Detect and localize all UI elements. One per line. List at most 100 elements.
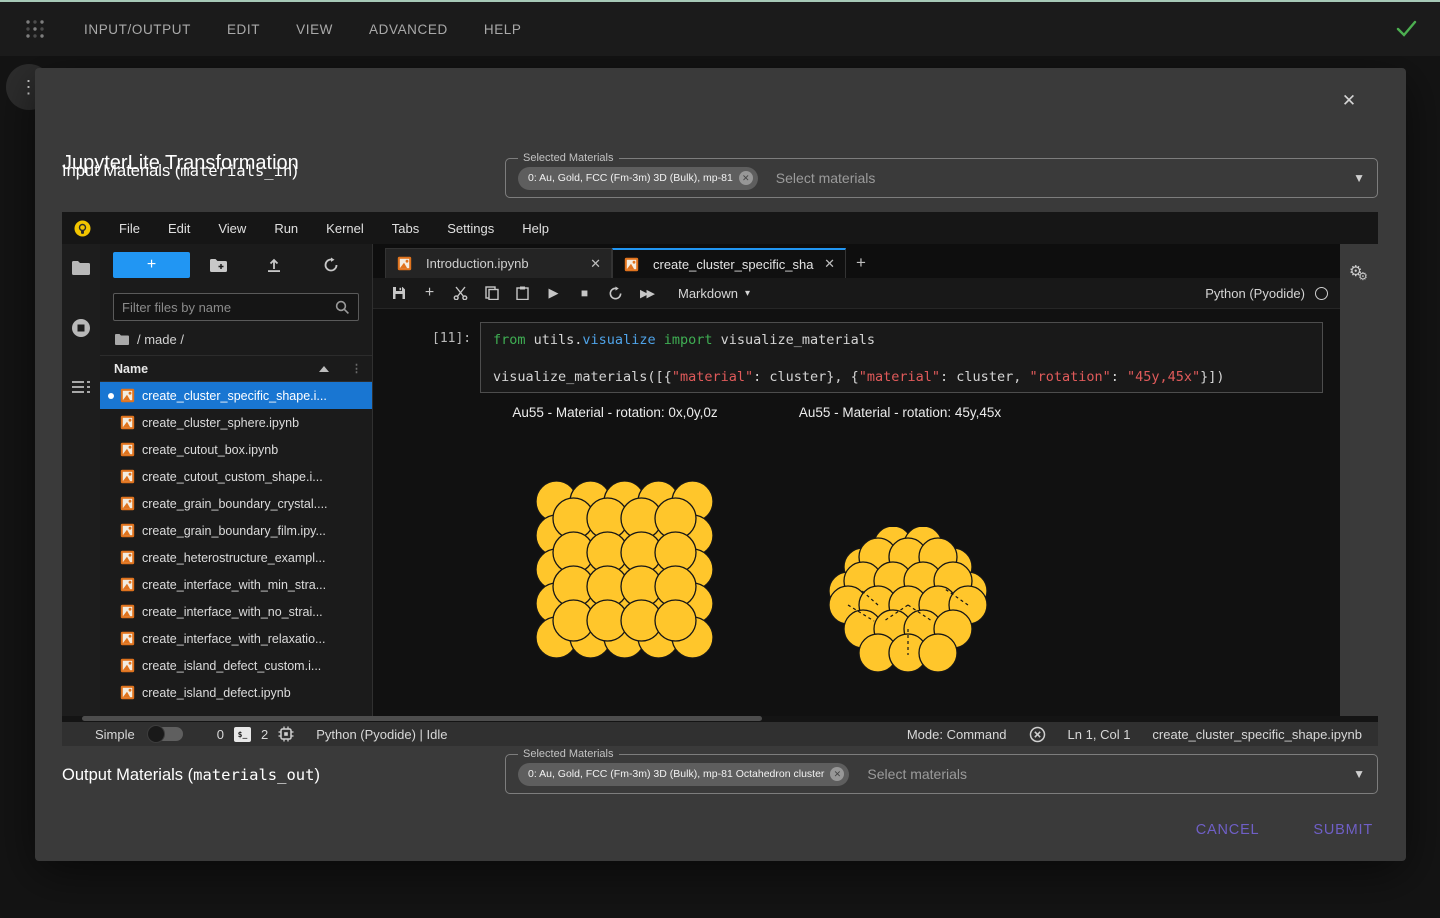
kernel-status-text[interactable]: Python (Pyodide) | Idle [316,727,447,742]
file-row[interactable]: create_interface_with_relaxatio... [100,625,372,652]
file-row[interactable]: create_interface_with_no_strai... [100,598,372,625]
output-label-suffix: ) [314,766,320,784]
output-materials-select[interactable]: Selected Materials 0: Au, Gold, FCC (Fm-… [505,754,1378,794]
add-cell-icon[interactable]: + [416,282,443,304]
tab-introduction[interactable]: Introduction.ipynb ✕ [385,248,612,278]
terminal-icon[interactable]: $_ [234,727,251,742]
file-row[interactable]: create_cutout_box.ipynb [100,436,372,463]
app-logo-dots-icon[interactable] [24,18,46,40]
topbar-menu-edit[interactable]: EDIT [215,16,272,43]
trust-shield-icon[interactable] [1029,726,1046,743]
chip-remove-icon[interactable]: ✕ [739,171,753,185]
notebook-toolbar: + ▶ ■ [373,278,1340,309]
check-icon [1394,16,1418,40]
notebook-panel: Introduction.ipynb ✕ create_cluster_spec… [373,244,1340,716]
horizontal-scrollbar[interactable] [82,716,762,721]
file-row[interactable]: create_cutout_custom_shape.i... [100,463,372,490]
kernel-count[interactable]: 2 [261,727,268,742]
terminal-count[interactable]: 0 [217,727,224,742]
file-row[interactable]: create_grain_boundary_crystal.... [100,490,372,517]
file-name: create_cluster_specific_shape.i... [142,389,327,403]
save-icon[interactable] [385,282,412,304]
run-cell-icon[interactable]: ▶ [540,282,567,304]
jupyterlite-logo-icon [74,220,91,237]
file-name: create_island_defect.ipynb [142,686,291,700]
command-mode-label[interactable]: Mode: Command [907,727,1007,742]
file-row[interactable]: create_heterostructure_exampl... [100,544,372,571]
kernel-chip-icon[interactable] [278,726,294,742]
running-indicator [108,393,114,399]
upload-icon[interactable] [246,257,302,273]
input-materials-select[interactable]: Selected Materials 0: Au, Gold, FCC (Fm-… [505,158,1378,198]
breadcrumb[interactable]: / made / [100,321,372,355]
restart-run-all-icon[interactable]: ▶▶ [633,282,660,304]
new-folder-icon[interactable] [190,258,246,273]
kernel-name[interactable]: Python (Pyodide) [1205,286,1305,301]
notebook-icon [120,577,135,592]
lab-menu-kernel[interactable]: Kernel [312,216,378,241]
lab-menu-run[interactable]: Run [260,216,312,241]
output-label-code: materials_out [193,766,314,784]
input-material-chip[interactable]: 0: Au, Gold, FCC (Fm-3m) 3D (Bulk), mp-8… [518,167,758,190]
file-row[interactable]: create_cluster_sphere.ipynb [100,409,372,436]
chip-remove-icon[interactable]: ✕ [830,767,844,781]
column-menu-dots-icon[interactable]: ⋮ [351,362,362,375]
chevron-down-icon: ▾ [745,288,750,299]
lab-menu-view[interactable]: View [204,216,260,241]
topbar-menu-view[interactable]: VIEW [284,16,345,43]
simple-mode-toggle[interactable] [149,727,183,741]
copy-cell-icon[interactable] [478,282,505,304]
lab-left-sidebar [62,244,100,716]
code-cell[interactable]: from utils.visualize import visualize_ma… [480,322,1323,393]
file-name: create_island_defect_custom.i... [142,659,321,673]
cancel-button[interactable]: CANCEL [1192,814,1264,846]
refresh-icon[interactable] [303,257,359,273]
submit-button[interactable]: SUBMIT [1309,814,1377,846]
cut-cell-icon[interactable] [447,282,474,304]
close-dialog-icon[interactable]: ✕ [1336,88,1362,114]
lab-menu-tabs[interactable]: Tabs [378,216,433,241]
table-of-contents-icon[interactable] [72,380,90,394]
file-row[interactable]: create_grain_boundary_film.ipy... [100,517,372,544]
file-browser-panel: + [100,244,373,716]
new-launcher-button[interactable]: + [113,252,190,278]
stop-kernel-icon[interactable]: ■ [571,282,598,304]
lab-menu-help[interactable]: Help [508,216,563,241]
tab-create-cluster-specific-shape[interactable]: create_cluster_specific_sha ✕ [612,248,846,278]
paste-cell-icon[interactable] [509,282,536,304]
topbar-menu-help[interactable]: HELP [472,16,534,43]
dropdown-caret-icon[interactable]: ▼ [1353,767,1365,781]
restart-kernel-icon[interactable] [602,282,629,304]
app-top-bar: INPUT/OUTPUT EDIT VIEW ADVANCED HELP [0,2,1440,56]
kernel-status-icon[interactable] [1315,287,1328,300]
close-tab-icon[interactable]: ✕ [824,256,835,272]
file-name: create_interface_with_relaxatio... [142,632,325,646]
running-sessions-icon[interactable] [71,318,91,338]
file-row[interactable]: create_island_defect_custom.i... [100,652,372,679]
lab-menu-settings[interactable]: Settings [433,216,508,241]
dropdown-caret-icon[interactable]: ▼ [1353,171,1365,185]
cursor-position[interactable]: Ln 1, Col 1 [1068,727,1131,742]
cluster-visualization-rotated[interactable] [820,527,998,677]
file-browser-icon[interactable] [71,260,91,276]
file-row[interactable]: create_cluster_specific_shape.i... [100,382,372,409]
lab-menu-file[interactable]: File [105,216,154,241]
file-list-header[interactable]: Name ⋮ [100,355,372,382]
close-tab-icon[interactable]: ✕ [590,256,601,272]
output-material-chip[interactable]: 0: Au, Gold, FCC (Fm-3m) 3D (Bulk), mp-8… [518,763,849,786]
notebook-content[interactable]: [11]: from utils.visualize import visual… [373,309,1340,716]
topbar-menu-advanced[interactable]: ADVANCED [357,16,460,43]
cell-type-dropdown[interactable]: Markdown ▾ [678,286,750,301]
input-materials-label: Input Materials (materials_in) [62,162,298,181]
toggle-knob [147,725,165,743]
file-filter-input[interactable] [122,300,335,315]
topbar-menu-input-output[interactable]: INPUT/OUTPUT [72,16,203,43]
file-row[interactable]: create_interface_with_min_stra... [100,571,372,598]
settings-gears-icon[interactable]: ⚙ ⚙ [1349,262,1362,281]
lab-menu-edit[interactable]: Edit [154,216,204,241]
notebook-icon [120,469,135,484]
cluster-visualization-front[interactable] [536,481,714,659]
add-tab-icon[interactable]: + [846,248,876,278]
page: INPUT/OUTPUTEDITVIEWADVANCEDHELP ⋮ Jupyt… [0,0,1440,918]
file-row[interactable]: create_island_defect.ipynb [100,679,372,706]
